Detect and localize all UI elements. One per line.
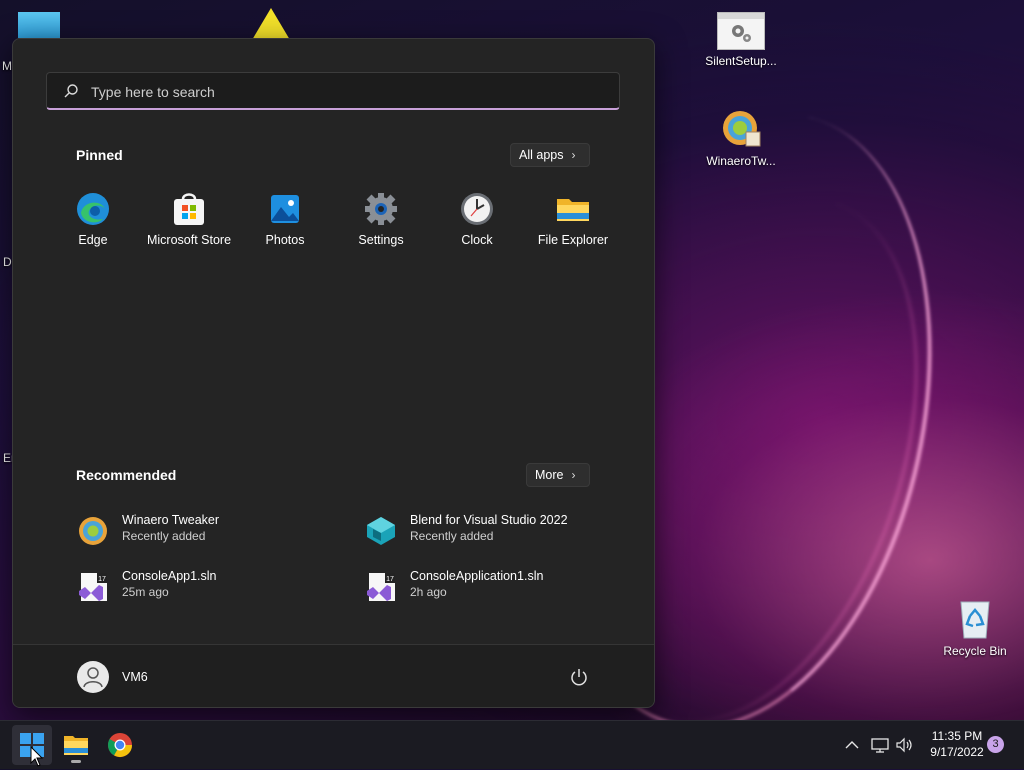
photos-icon	[267, 191, 303, 227]
desktop-icon-label: Recycle Bin	[943, 644, 1007, 658]
recommended-item-name: ConsoleApplication1.sln	[410, 569, 544, 583]
recommended-item-name: Winaero Tweaker	[122, 513, 220, 527]
desktop-label-partial-1: M	[2, 59, 12, 73]
pinned-title: Pinned	[76, 147, 123, 163]
svg-text:17: 17	[386, 576, 394, 583]
all-apps-button[interactable]: All apps ›	[510, 143, 590, 167]
recommended-item-sub: 2h ago	[410, 585, 447, 599]
vs-solution-icon: 17	[77, 571, 109, 603]
recommended-item-consoleapplication1[interactable]: 17 ConsoleApplication1.sln 2h ago	[365, 567, 625, 611]
microsoft-store-icon	[171, 191, 207, 227]
desktop-icon-silentsetup[interactable]: SilentSetup...	[696, 12, 786, 68]
search-input[interactable]	[89, 79, 593, 105]
clock-date: 9/17/2022	[930, 745, 984, 759]
recommended-item-blend[interactable]: Blend for Visual Studio 2022 Recently ad…	[365, 511, 625, 555]
clock-icon	[459, 191, 495, 227]
show-hidden-icons-chevron-up-icon[interactable]	[842, 735, 862, 755]
svg-text:17: 17	[98, 576, 106, 583]
avatar-icon	[77, 661, 109, 693]
edge-icon	[75, 191, 111, 227]
pinned-app-edge[interactable]: Edge	[45, 191, 141, 247]
clock-time: 11:35 PM	[931, 729, 983, 743]
pinned-app-file-explorer[interactable]: File Explorer	[525, 191, 621, 247]
pinned-app-settings[interactable]: Settings	[333, 191, 429, 247]
recommended-item-name: ConsoleApp1.sln	[122, 569, 217, 583]
network-icon[interactable]	[870, 735, 890, 755]
clock-area[interactable]: 11:35 PM 9/17/2022	[918, 728, 996, 760]
winaero-tweaker-icon	[77, 515, 109, 547]
folder-icon	[555, 191, 591, 227]
taskbar: 11:35 PM 9/17/2022 3	[0, 720, 1024, 769]
pinned-app-microsoft-store[interactable]: Microsoft Store	[141, 191, 237, 247]
pinned-app-label: File Explorer	[537, 233, 609, 247]
search-box[interactable]	[46, 72, 620, 110]
desktop-icon-label: WinaeroTw...	[706, 154, 776, 168]
desktop-icon-winaero[interactable]: WinaeroTw...	[696, 108, 786, 168]
user-name: VM6	[122, 670, 148, 684]
search-icon	[64, 84, 78, 98]
recommended-item-sub: 25m ago	[122, 585, 169, 599]
folder-icon	[64, 736, 88, 755]
pinned-app-label: Edge	[78, 233, 108, 247]
recommended-title: Recommended	[76, 467, 177, 483]
taskbar-file-explorer[interactable]	[56, 725, 96, 765]
settings-gear-icon	[363, 191, 399, 227]
pinned-app-label: Clock	[461, 233, 493, 247]
chevron-right-icon: ›	[571, 148, 576, 162]
recommended-item-name: Blend for Visual Studio 2022	[410, 513, 568, 527]
volume-icon[interactable]	[894, 735, 914, 755]
warning-icon[interactable]	[252, 8, 290, 40]
pinned-app-label: Photos	[265, 233, 305, 247]
chevron-right-icon: ›	[571, 468, 576, 482]
all-apps-label: All apps	[519, 148, 564, 162]
recommended-item-sub: Recently added	[122, 529, 206, 543]
running-indicator	[71, 760, 81, 763]
desktop-icon-label: SilentSetup...	[705, 54, 777, 68]
desktop-icon-recycle-bin[interactable]: Recycle Bin	[930, 596, 1020, 658]
power-icon[interactable]	[569, 667, 589, 687]
recommended-item-winaero[interactable]: Winaero Tweaker Recently added	[77, 511, 337, 555]
chrome-icon	[107, 733, 132, 758]
pinned-app-label: Microsoft Store	[146, 233, 232, 247]
pinned-app-label: Settings	[358, 233, 404, 247]
start-menu: Pinned All apps › Edge Microsoft Store Ph…	[12, 38, 655, 708]
vs-solution-icon: 17	[365, 571, 397, 603]
start-menu-footer: VM6	[13, 644, 654, 707]
blend-icon	[365, 515, 397, 547]
recommended-item-consoleapp1[interactable]: 17 ConsoleApp1.sln 25m ago	[77, 567, 337, 611]
more-button[interactable]: More ›	[526, 463, 590, 487]
recommended-item-sub: Recently added	[410, 529, 494, 543]
more-label: More	[535, 468, 564, 482]
settings-file-icon	[717, 12, 765, 50]
mouse-cursor-icon	[30, 746, 44, 767]
pinned-app-photos[interactable]: Photos	[237, 191, 333, 247]
desktop-icon-partial-1[interactable]	[18, 12, 60, 38]
taskbar-chrome[interactable]	[100, 725, 140, 765]
notification-badge[interactable]: 3	[987, 736, 1004, 753]
winaero-tweaker-icon	[720, 108, 762, 150]
pinned-app-clock[interactable]: Clock	[429, 191, 525, 247]
recycle-bin-icon	[957, 596, 993, 640]
